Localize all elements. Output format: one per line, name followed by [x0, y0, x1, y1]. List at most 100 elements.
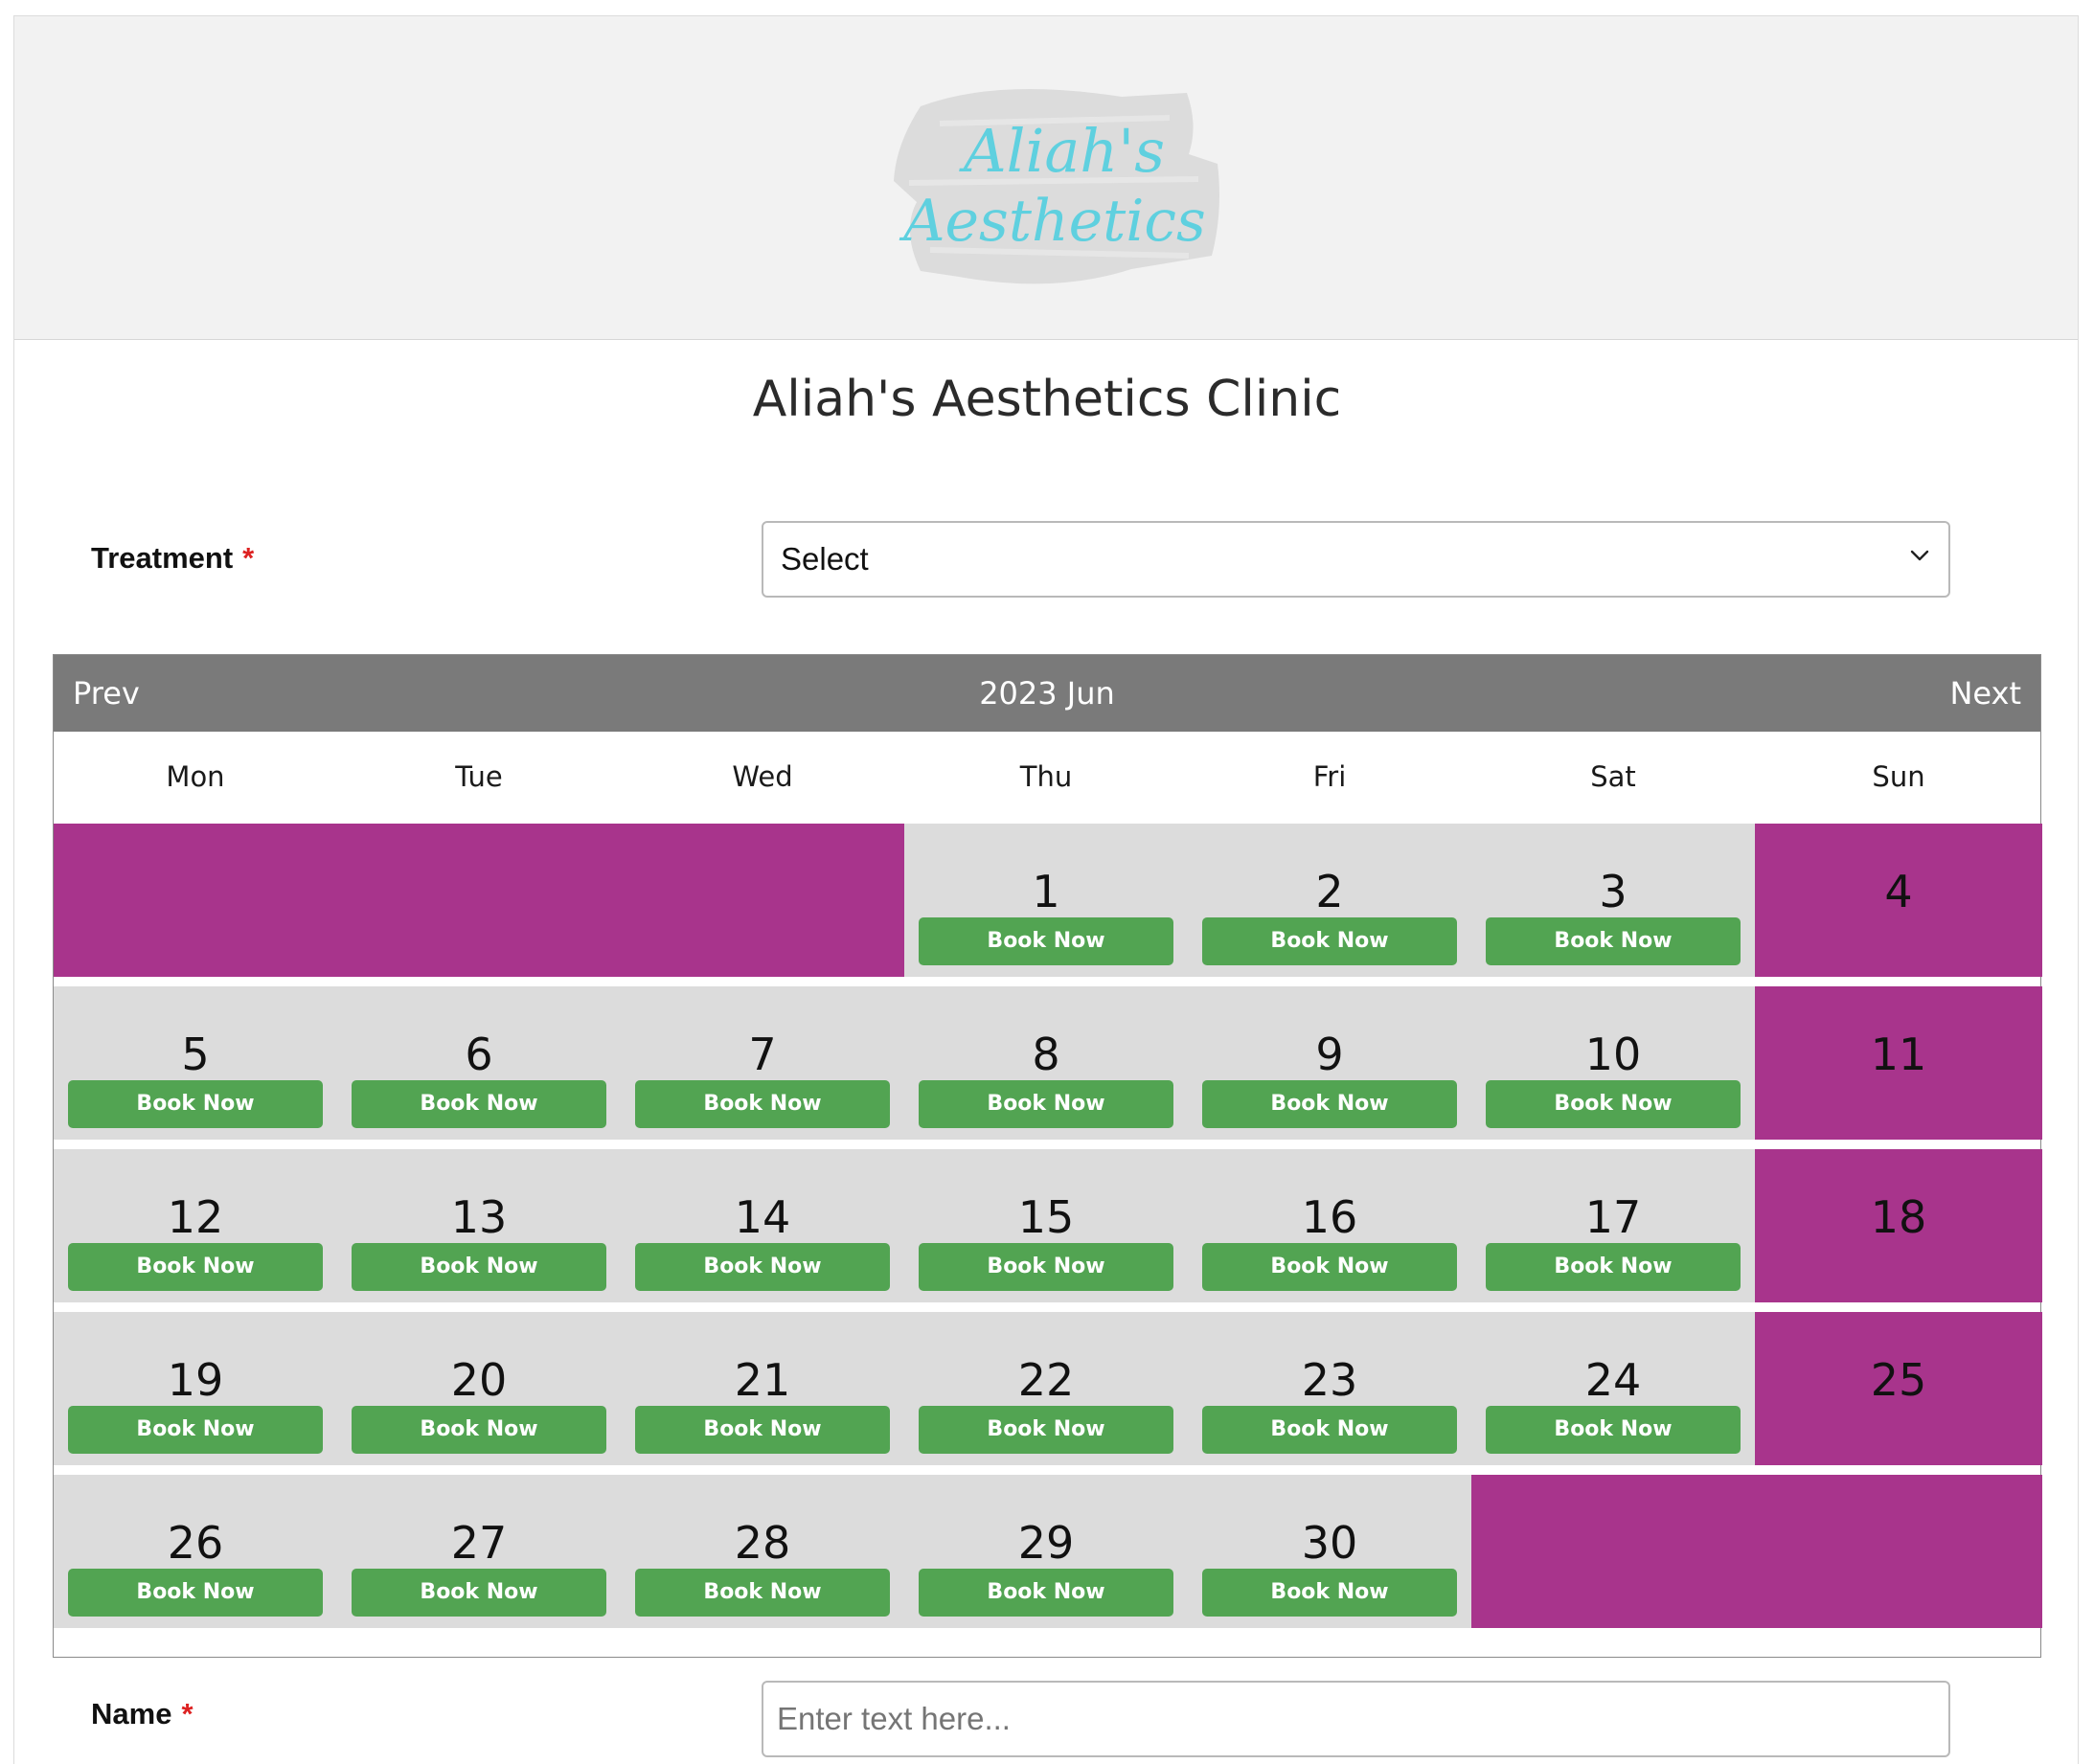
weekday-sun: Sun — [1872, 760, 1925, 793]
book-now-button[interactable]: Book Now — [1202, 1243, 1457, 1291]
page-title: Aliah's Aesthetics Clinic — [752, 371, 1342, 428]
clinic-logo: Aliah's Aesthetics — [882, 68, 1227, 298]
day-number: 21 — [734, 1354, 791, 1406]
book-now-button[interactable]: Book Now — [635, 1243, 890, 1291]
weekday-mon: Mon — [166, 760, 225, 793]
day-number: 10 — [1584, 1029, 1642, 1080]
page-frame: Aliah's Aesthetics Aliah's Aesthetics Cl… — [13, 15, 2079, 1764]
day-number: 6 — [465, 1029, 493, 1080]
book-now-button[interactable]: Book Now — [1202, 1406, 1457, 1454]
closed-day-cell: 4 — [1755, 824, 2042, 977]
book-now-button[interactable]: Book Now — [635, 1080, 890, 1128]
day-cell: 2 Book Now — [1188, 824, 1471, 977]
book-now-button[interactable]: Book Now — [919, 1569, 1173, 1617]
day-number: 22 — [1017, 1354, 1075, 1406]
calendar-month-title: 2023 Jun — [979, 675, 1115, 712]
svg-text:Aliah's: Aliah's — [959, 116, 1165, 186]
calendar-header: Prev 2023 Jun Next — [54, 655, 2040, 732]
day-cell: 26 Book Now — [54, 1475, 337, 1628]
book-now-button[interactable]: Book Now — [919, 1243, 1173, 1291]
svg-text:Aesthetics: Aesthetics — [899, 188, 1206, 255]
weekday-header-row: Mon Tue Wed Thu Fri Sat Sun — [54, 732, 2040, 824]
book-now-button[interactable]: Book Now — [1486, 1243, 1741, 1291]
day-number: 24 — [1584, 1354, 1642, 1406]
calendar-week-row: 12 Book Now 13 Book Now 14 Book Now 15 Book Now… — [54, 1149, 2042, 1302]
day-cell: 30 Book Now — [1188, 1475, 1471, 1628]
book-now-button[interactable]: Book Now — [68, 1243, 323, 1291]
day-cell: 19 Book Now — [54, 1312, 337, 1465]
book-now-button[interactable]: Book Now — [1486, 1080, 1741, 1128]
day-number: 17 — [1584, 1191, 1642, 1243]
book-now-button[interactable]: Book Now — [1202, 1569, 1457, 1617]
book-now-button[interactable]: Book Now — [1202, 1080, 1457, 1128]
day-number: 7 — [748, 1029, 777, 1080]
day-number: 18 — [1870, 1191, 1927, 1243]
chevron-down-icon — [1910, 550, 1929, 561]
day-cell: 8 Book Now — [904, 986, 1188, 1140]
day-cell: 10 Book Now — [1471, 986, 1755, 1140]
book-now-button[interactable]: Book Now — [1202, 917, 1457, 965]
weekday-thu: Thu — [1019, 760, 1073, 793]
day-number: 29 — [1017, 1517, 1075, 1569]
day-cell: 29 Book Now — [904, 1475, 1188, 1628]
book-now-button[interactable]: Book Now — [68, 1080, 323, 1128]
closed-day-cell: 18 — [1755, 1149, 2042, 1302]
closed-day-cell: 25 — [1755, 1312, 2042, 1465]
day-cell: 22 Book Now — [904, 1312, 1188, 1465]
day-cell: 9 Book Now — [1188, 986, 1471, 1140]
next-month-button[interactable]: Next — [1949, 675, 2021, 712]
book-now-button[interactable]: Book Now — [635, 1569, 890, 1617]
book-now-button[interactable]: Book Now — [919, 917, 1173, 965]
day-cell: 21 Book Now — [621, 1312, 904, 1465]
day-number: 8 — [1032, 1029, 1060, 1080]
day-cell: 1 Book Now — [904, 824, 1188, 977]
treatment-label-text: Treatment — [91, 541, 234, 575]
booking-calendar: Prev 2023 Jun Next Mon Tue Wed Thu Fri Sat Sun… — [53, 654, 2042, 1658]
day-number: 2 — [1315, 866, 1344, 917]
book-now-button[interactable]: Book Now — [919, 1406, 1173, 1454]
weekday-sat: Sat — [1590, 760, 1636, 793]
day-number: 20 — [450, 1354, 508, 1406]
book-now-button[interactable]: Book Now — [352, 1569, 606, 1617]
name-label-text: Name — [91, 1697, 172, 1730]
calendar-week-row: 1 Book Now 2 Book Now 3 Book Now 4 — [54, 824, 2042, 977]
day-cell: 27 Book Now — [337, 1475, 621, 1628]
day-cell: 15 Book Now — [904, 1149, 1188, 1302]
day-number: 28 — [734, 1517, 791, 1569]
day-cell: 20 Book Now — [337, 1312, 621, 1465]
day-number: 23 — [1301, 1354, 1358, 1406]
closed-day-cell: 11 — [1755, 986, 2042, 1140]
name-input[interactable] — [762, 1681, 1950, 1757]
required-marker: * — [242, 541, 255, 575]
day-number: 16 — [1301, 1191, 1358, 1243]
day-number: 9 — [1315, 1029, 1344, 1080]
prev-month-button[interactable]: Prev — [73, 675, 140, 712]
day-number: 3 — [1599, 866, 1627, 917]
day-cell: 24 Book Now — [1471, 1312, 1755, 1465]
treatment-select[interactable]: Select — [762, 521, 1950, 598]
book-now-button[interactable]: Book Now — [352, 1243, 606, 1291]
book-now-button[interactable]: Book Now — [68, 1406, 323, 1454]
day-number: 1 — [1032, 866, 1060, 917]
book-now-button[interactable]: Book Now — [68, 1569, 323, 1617]
calendar-week-row: 19 Book Now 20 Book Now 21 Book Now 22 Book Now… — [54, 1312, 2042, 1465]
day-number: 4 — [1884, 866, 1913, 917]
day-number: 27 — [450, 1517, 508, 1569]
day-cell: 23 Book Now — [1188, 1312, 1471, 1465]
weekday-tue: Tue — [455, 760, 503, 793]
name-label: Name * — [91, 1697, 193, 1731]
book-now-button[interactable]: Book Now — [1486, 917, 1741, 965]
weekday-wed: Wed — [732, 760, 793, 793]
empty-day-block — [54, 824, 904, 977]
book-now-button[interactable]: Book Now — [352, 1406, 606, 1454]
day-cell: 28 Book Now — [621, 1475, 904, 1628]
day-number: 14 — [734, 1191, 791, 1243]
day-number: 26 — [167, 1517, 224, 1569]
book-now-button[interactable]: Book Now — [1486, 1406, 1741, 1454]
day-cell: 13 Book Now — [337, 1149, 621, 1302]
day-number: 15 — [1017, 1191, 1075, 1243]
book-now-button[interactable]: Book Now — [635, 1406, 890, 1454]
day-number: 25 — [1870, 1354, 1927, 1406]
book-now-button[interactable]: Book Now — [352, 1080, 606, 1128]
book-now-button[interactable]: Book Now — [919, 1080, 1173, 1128]
